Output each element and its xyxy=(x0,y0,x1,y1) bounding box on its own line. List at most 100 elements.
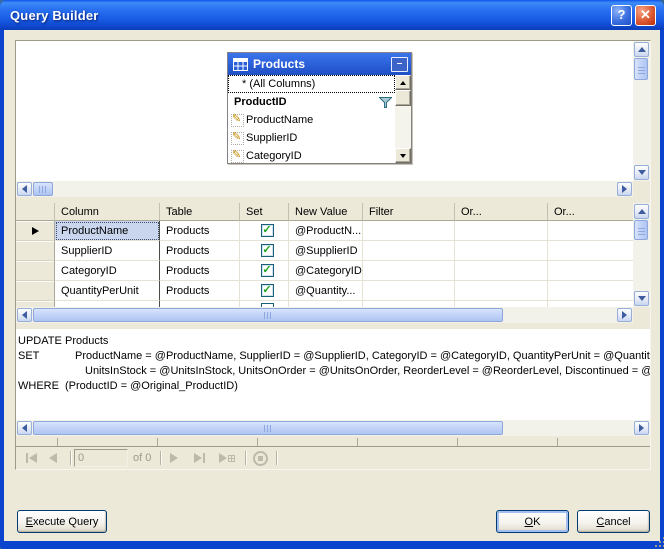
cell-or1[interactable] xyxy=(455,261,548,281)
diagram-hscrollbar[interactable] xyxy=(16,181,633,197)
scroll-down-icon[interactable] xyxy=(634,291,649,306)
filter-funnel-icon xyxy=(379,97,392,108)
scroll-left-icon[interactable] xyxy=(17,182,32,196)
table-grid-icon xyxy=(233,58,248,71)
grid-header-selector[interactable] xyxy=(16,203,55,221)
grid-vscrollbar[interactable] xyxy=(633,203,650,307)
field-categoryid[interactable]: ✎ CategoryID xyxy=(228,147,395,163)
products-table-box[interactable]: Products – * (All Columns) ProductID xyxy=(227,52,412,164)
cell-filter[interactable] xyxy=(363,221,455,241)
sql-hscrollbar[interactable] xyxy=(16,420,650,436)
execute-query-button[interactable]: Execute Query xyxy=(17,510,107,533)
scroll-down-icon[interactable] xyxy=(634,165,649,180)
scroll-right-icon[interactable] xyxy=(617,182,632,196)
diagram-pane[interactable]: Products – * (All Columns) ProductID xyxy=(16,41,633,181)
close-icon[interactable]: ✕ xyxy=(635,5,656,26)
grid-hscrollbar[interactable] xyxy=(16,307,633,323)
results-column-tick xyxy=(57,438,58,446)
cell-table[interactable]: Products xyxy=(160,281,240,301)
row-selector[interactable] xyxy=(16,261,55,281)
title-bar[interactable]: Query Builder ? ✕ xyxy=(0,0,664,30)
grid-row: QuantityPerUnit Products ✓ @Quantity... xyxy=(16,281,633,301)
cell-or2[interactable] xyxy=(548,281,633,301)
grid-header-filter[interactable]: Filter xyxy=(363,203,455,221)
cell-or1[interactable] xyxy=(455,221,548,241)
row-selector[interactable] xyxy=(16,281,55,301)
scroll-right-icon[interactable] xyxy=(634,421,649,435)
grid-header-set[interactable]: Set xyxy=(240,203,289,221)
scrollbar-thumb[interactable] xyxy=(395,90,411,106)
cell-table[interactable]: Products xyxy=(160,261,240,281)
ok-button[interactable]: OK xyxy=(496,510,569,533)
cell-new-value[interactable]: @Quantity... xyxy=(289,281,363,301)
cell-new-value[interactable]: @SupplierID xyxy=(289,241,363,261)
scrollbar-thumb[interactable] xyxy=(33,421,503,435)
field-all-columns[interactable]: * (All Columns) xyxy=(228,75,395,93)
scrollbar-corner xyxy=(633,181,650,197)
cell-or1[interactable] xyxy=(455,241,548,261)
scroll-up-icon[interactable] xyxy=(634,42,649,57)
scroll-left-icon[interactable] xyxy=(17,308,32,322)
cancel-button[interactable]: Cancel xyxy=(577,510,650,533)
last-record-icon[interactable] xyxy=(188,449,210,467)
scroll-down-icon[interactable] xyxy=(395,148,411,163)
grid-header-or2[interactable]: Or... xyxy=(548,203,633,221)
scroll-right-icon[interactable] xyxy=(617,308,632,322)
help-icon[interactable]: ? xyxy=(611,5,632,26)
grid-header-or1[interactable]: Or... xyxy=(455,203,548,221)
navigator-separator xyxy=(160,451,161,465)
cell-table[interactable]: Products xyxy=(160,241,240,261)
cell-or2[interactable] xyxy=(548,241,633,261)
cell-or2[interactable] xyxy=(548,221,633,241)
cell-set[interactable]: ✓ xyxy=(240,241,289,261)
cell-column[interactable]: CategoryID xyxy=(55,261,160,281)
cell-set[interactable]: ✓ xyxy=(240,261,289,281)
cell-set[interactable]: ✓ xyxy=(240,281,289,301)
cell-or1[interactable] xyxy=(455,281,548,301)
cell-or2[interactable] xyxy=(548,261,633,281)
minimize-icon[interactable]: – xyxy=(391,57,408,72)
table-box-scrollbar[interactable] xyxy=(395,75,411,163)
set-checkbox[interactable]: ✓ xyxy=(261,264,274,277)
cell-filter[interactable] xyxy=(363,281,455,301)
cell-column[interactable]: ProductName xyxy=(55,221,160,241)
grid-header-new-value[interactable]: New Value xyxy=(289,203,363,221)
scroll-up-icon[interactable] xyxy=(395,75,411,90)
cell-set[interactable]: ✓ xyxy=(240,221,289,241)
row-selector[interactable] xyxy=(16,241,55,261)
grid-header-table[interactable]: Table xyxy=(160,203,240,221)
cell-column[interactable]: SupplierID xyxy=(55,241,160,261)
cell-filter[interactable] xyxy=(363,261,455,281)
resize-grip[interactable] xyxy=(654,536,656,538)
field-supplierid[interactable]: ✎ SupplierID xyxy=(228,129,395,147)
scrollbar-thumb[interactable] xyxy=(33,308,503,322)
cell-column[interactable]: QuantityPerUnit xyxy=(55,281,160,301)
scrollbar-thumb[interactable] xyxy=(634,58,648,80)
new-record-icon[interactable] xyxy=(215,449,239,467)
set-checkbox[interactable]: ✓ xyxy=(261,284,274,297)
sql-pane[interactable]: UPDATE Products SET ProductName = @Produ… xyxy=(16,329,650,420)
field-productname[interactable]: ✎ ProductName xyxy=(228,111,395,129)
record-navigator: of 0 xyxy=(16,447,650,469)
scroll-left-icon[interactable] xyxy=(17,421,32,435)
diagram-vscrollbar[interactable] xyxy=(633,41,650,181)
set-checkbox[interactable]: ✓ xyxy=(261,244,274,257)
scrollbar-thumb[interactable] xyxy=(634,220,648,240)
field-productid[interactable]: ProductID xyxy=(228,93,395,111)
cell-table[interactable]: Products xyxy=(160,221,240,241)
navigator-separator xyxy=(70,451,71,465)
previous-record-icon[interactable] xyxy=(44,449,62,467)
next-record-icon[interactable] xyxy=(165,449,183,467)
cancel-query-icon[interactable] xyxy=(251,449,270,467)
grid-header-column[interactable]: Column xyxy=(55,203,160,221)
cell-new-value[interactable]: @CategoryID xyxy=(289,261,363,281)
current-row-indicator[interactable] xyxy=(16,221,55,241)
cell-filter[interactable] xyxy=(363,241,455,261)
products-table-header[interactable]: Products – xyxy=(228,53,411,75)
set-checkbox[interactable]: ✓ xyxy=(261,224,274,237)
cell-new-value[interactable]: @ProductN... xyxy=(289,221,363,241)
record-number-input[interactable] xyxy=(74,449,128,467)
first-record-icon[interactable] xyxy=(20,449,42,467)
scroll-up-icon[interactable] xyxy=(634,204,649,219)
scrollbar-thumb[interactable] xyxy=(33,182,53,196)
